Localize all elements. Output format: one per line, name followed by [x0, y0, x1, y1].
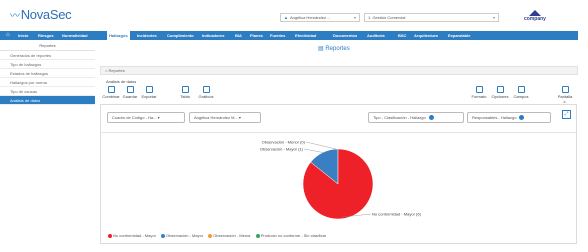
sidebar-item-tipo-hallazgos[interactable]: Tipo de hallazgos: [0, 60, 95, 69]
nav-item-bsc[interactable]: BSC: [398, 31, 406, 40]
fields-button[interactable]: Campos: [512, 86, 530, 99]
legend-swatch: [108, 233, 112, 238]
sidebar-item-analisis[interactable]: Análisis de datos: [0, 96, 95, 105]
table-button[interactable]: Tabla: [176, 86, 194, 99]
legend-item[interactable]: Observación - Mayor: [161, 233, 203, 238]
legend-swatch: [208, 233, 213, 238]
user-icon: ▲: [284, 15, 288, 20]
charts-button[interactable]: Gráficos: [197, 86, 215, 99]
nav-item-normatividad[interactable]: Normatividad: [62, 31, 88, 40]
fullscreen-icon: [561, 86, 569, 93]
sidebar-item-estados[interactable]: Estados de hallazgos: [0, 69, 95, 78]
nav-item-auditoria[interactable]: Auditoría: [367, 31, 385, 40]
nav-item-arquitectura[interactable]: Arquitectura: [414, 31, 438, 40]
scroll-gutter: [579, 31, 588, 252]
reports-sidebar: Reportes Generados de reportes Tipo de h…: [0, 41, 95, 131]
save-button[interactable]: Guardar: [121, 86, 139, 99]
main-navbar: ⌂ Inicio Riesgos Normatividad Hallazgos …: [0, 31, 578, 40]
sidebar-heading: Reportes: [0, 41, 95, 51]
brand-name: NovaSec: [20, 7, 72, 22]
page-title: ▤ Reportes: [318, 46, 350, 52]
data-label: No conformidad - Mayor (6): [372, 212, 422, 217]
nav-item-documentos[interactable]: Documentos: [333, 31, 357, 40]
nav-item-hallazgos[interactable]: Hallazgos: [107, 31, 130, 40]
data-label-leader: [305, 141, 337, 150]
data-label-leader: [303, 148, 323, 153]
legend-swatch: [255, 233, 260, 238]
sidebar-item-causas[interactable]: Tipo de causas: [0, 87, 95, 96]
user-select[interactable]: ▲ Angélica Hernández ... ▾: [280, 13, 360, 22]
legend-item[interactable]: No conformidad - Mayor: [108, 233, 156, 238]
format-button[interactable]: Formato: [470, 86, 488, 99]
top-header: 〰NovaSec ▲ Angélica Hernández ... ▾ 1. Ges…: [0, 0, 588, 30]
chart-legend: No conformidad - Mayor Observación - May…: [108, 233, 330, 238]
nav-item-fuentes[interactable]: Fuentes: [270, 31, 285, 40]
save-icon: [126, 86, 134, 93]
nav-item-efectividad[interactable]: Efectividad: [295, 31, 316, 40]
wave-icon: 〰: [10, 11, 20, 22]
legend-swatch: [161, 233, 166, 238]
fullscreen-button[interactable]: Pantalla c.: [556, 86, 574, 104]
nav-item-inicio[interactable]: Inicio: [18, 31, 28, 40]
nav-item-cumplimiento[interactable]: Cumplimiento: [167, 31, 194, 40]
combine-button[interactable]: Combinar: [102, 86, 120, 99]
brand-logo[interactable]: 〰NovaSec: [10, 7, 72, 22]
nav-item-planes[interactable]: Planes: [250, 31, 263, 40]
nav-item-riesgos[interactable]: Riesgos: [38, 31, 54, 40]
data-label: Observación - Menor (0): [262, 140, 306, 145]
export-icon: [145, 86, 153, 93]
chevron-down-icon: ▾: [353, 15, 356, 20]
chevron-down-icon: ▾: [492, 15, 495, 20]
pie-chart: Observación - Menor (0) Observación - May…: [260, 140, 422, 220]
legend-item[interactable]: Producto no conforme - Sin clasificar: [255, 233, 326, 238]
nav-item-bia[interactable]: BIA: [235, 31, 242, 40]
company-select[interactable]: 1. Gestión Comercial ▾: [364, 13, 499, 22]
section-title: Análisis de datos: [106, 79, 137, 84]
table-icon: [181, 86, 189, 93]
nav-item-incidentes[interactable]: Incidentes: [137, 31, 157, 40]
home-icon[interactable]: ⌂: [6, 32, 13, 39]
chart-icon: [202, 86, 210, 93]
fields-icon: [517, 86, 525, 93]
format-icon: [475, 86, 483, 93]
options-icon: [496, 86, 504, 93]
company-logo: company: [520, 10, 550, 24]
export-button[interactable]: Exportar: [140, 86, 158, 99]
options-button[interactable]: Opciones: [491, 86, 509, 99]
combine-icon: [107, 86, 115, 93]
breadcrumb: ⌂ Reportes: [100, 66, 578, 75]
sidebar-item-generados[interactable]: Generados de reportes: [0, 51, 95, 60]
sidebar-item-norma[interactable]: Hallazgos por norma: [0, 78, 95, 87]
chart-panel: Cuadro de Código - Ha... ▾ Angélica Hern…: [100, 104, 577, 244]
legend-item[interactable]: Observación - Menor: [208, 233, 251, 238]
nav-item-expandable[interactable]: Expandable: [448, 31, 470, 40]
nav-item-indicadores[interactable]: Indicadores: [202, 31, 224, 40]
data-label: Observación - Mayor (1): [260, 147, 304, 152]
